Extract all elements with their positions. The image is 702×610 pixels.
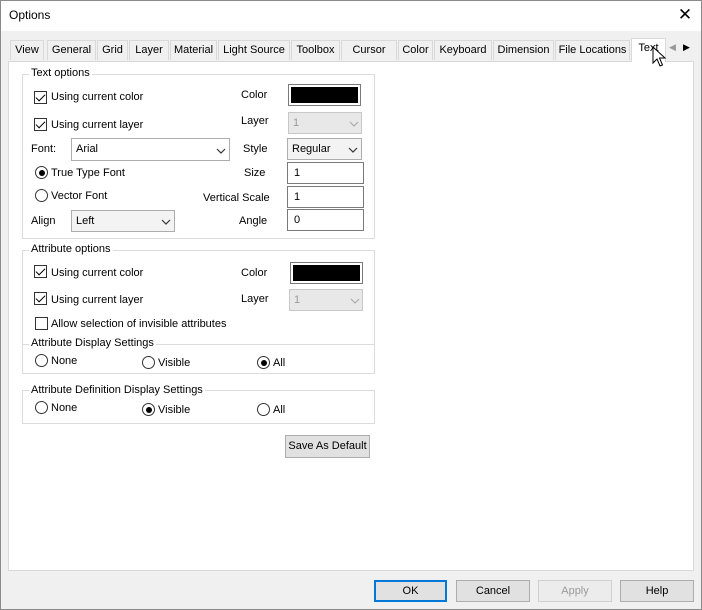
attr-use-current-color-checkbox[interactable] — [34, 265, 47, 278]
tab-toolbox[interactable]: Toolbox — [291, 40, 340, 60]
angle-label: Angle — [239, 215, 268, 227]
attr-display-visible-radio[interactable] — [142, 356, 155, 369]
text-layer-label: Layer — [241, 115, 269, 127]
text-layer-combo[interactable]: 1 — [288, 112, 362, 134]
text-use-current-color-checkbox[interactable] — [34, 91, 47, 104]
font-label: Font: — [31, 143, 57, 155]
attr-def-visible-radio[interactable] — [142, 403, 155, 416]
attr-use-current-layer-label: Using current layer — [51, 294, 144, 306]
tab-keyboard[interactable]: Keyboard — [434, 40, 492, 60]
tab-scroll-left-icon[interactable]: ◀ — [666, 39, 679, 55]
vertical-scale-label: Vertical Scale — [203, 192, 270, 204]
tab-grid[interactable]: Grid — [97, 40, 128, 60]
attribute-display-settings-label: Attribute Display Settings — [29, 337, 156, 349]
text-use-current-layer-label: Using current layer — [51, 119, 144, 131]
align-value: Left — [76, 215, 95, 227]
text-color-label: Color — [241, 89, 268, 101]
attr-display-none-label: None — [51, 355, 78, 367]
text-use-current-layer-checkbox[interactable] — [34, 118, 47, 131]
save-as-default-button[interactable]: Save As Default — [285, 435, 370, 458]
tab-material[interactable]: Material — [170, 40, 217, 60]
chevron-down-icon — [349, 121, 359, 127]
vector-font-label: Vector Font — [51, 190, 108, 202]
tab-layer[interactable]: Layer — [129, 40, 169, 60]
style-label: Style — [243, 143, 268, 155]
tab-view[interactable]: View — [10, 40, 44, 60]
text-use-current-color-label: Using current color — [51, 91, 144, 103]
window-title: Options — [9, 8, 51, 22]
tab-cursor[interactable]: Cursor — [341, 40, 397, 60]
attr-layer-combo[interactable]: 1 — [289, 289, 363, 311]
apply-button[interactable]: Apply — [538, 580, 612, 602]
attr-display-visible-label: Visible — [158, 357, 191, 369]
tab-dimension[interactable]: Dimension — [493, 40, 554, 60]
help-button[interactable]: Help — [620, 580, 694, 602]
ok-button[interactable]: OK — [374, 580, 447, 602]
allow-invisible-attributes-checkbox[interactable] — [35, 317, 48, 330]
tab-color[interactable]: Color — [398, 40, 433, 60]
text-color-swatch[interactable] — [288, 84, 361, 106]
tab-light-source[interactable]: Light Source — [218, 40, 290, 60]
attr-layer-label: Layer — [241, 293, 269, 305]
attr-use-current-layer-checkbox[interactable] — [34, 292, 47, 305]
attr-def-all-label: All — [273, 404, 286, 416]
chevron-down-icon — [216, 148, 226, 154]
chevron-down-icon — [161, 219, 171, 225]
chevron-down-icon — [348, 147, 358, 153]
vertical-scale-input[interactable]: 1 — [287, 186, 364, 208]
attr-use-current-color-label: Using current color — [51, 267, 144, 279]
mouse-pointer-icon — [652, 46, 666, 67]
style-value: Regular — [292, 143, 331, 155]
attr-color-label: Color — [241, 267, 268, 279]
allow-invisible-attributes-label: Allow selection of invisible attributes — [51, 318, 227, 330]
font-value: Arial — [76, 143, 99, 155]
attr-def-visible-label: Visible — [158, 404, 191, 416]
vector-font-radio[interactable] — [35, 189, 48, 202]
true-type-font-radio[interactable] — [35, 166, 48, 179]
attr-display-all-radio[interactable] — [257, 356, 270, 369]
style-combo[interactable]: Regular — [287, 138, 362, 160]
true-type-font-label: True Type Font — [51, 167, 125, 179]
tab-scroll-right-icon[interactable]: ▶ — [680, 39, 693, 55]
attribute-options-label: Attribute options — [29, 243, 113, 255]
text-layer-value: 1 — [293, 117, 300, 129]
angle-input[interactable]: 0 — [287, 209, 364, 231]
tab-file-locations[interactable]: File Locations — [555, 40, 630, 60]
text-options-label: Text options — [29, 67, 92, 79]
tab-general[interactable]: General — [47, 40, 96, 60]
attr-def-none-label: None — [51, 402, 78, 414]
chevron-down-icon — [350, 298, 360, 304]
title-bar — [1, 1, 701, 31]
attr-display-all-label: All — [273, 357, 286, 369]
font-combo[interactable]: Arial — [71, 138, 230, 161]
close-button[interactable]: ✕ — [670, 3, 700, 27]
align-combo[interactable]: Left — [71, 210, 175, 232]
attr-def-none-radio[interactable] — [35, 401, 48, 414]
attr-display-none-radio[interactable] — [35, 354, 48, 367]
align-label: Align — [31, 215, 56, 227]
attr-color-swatch[interactable] — [290, 262, 363, 284]
size-label: Size — [244, 167, 266, 179]
size-input[interactable]: 1 — [287, 162, 364, 184]
attribute-definition-label: Attribute Definition Display Settings — [29, 384, 205, 396]
cancel-button[interactable]: Cancel — [456, 580, 530, 602]
attr-layer-value: 1 — [294, 294, 301, 306]
attr-def-all-radio[interactable] — [257, 403, 270, 416]
